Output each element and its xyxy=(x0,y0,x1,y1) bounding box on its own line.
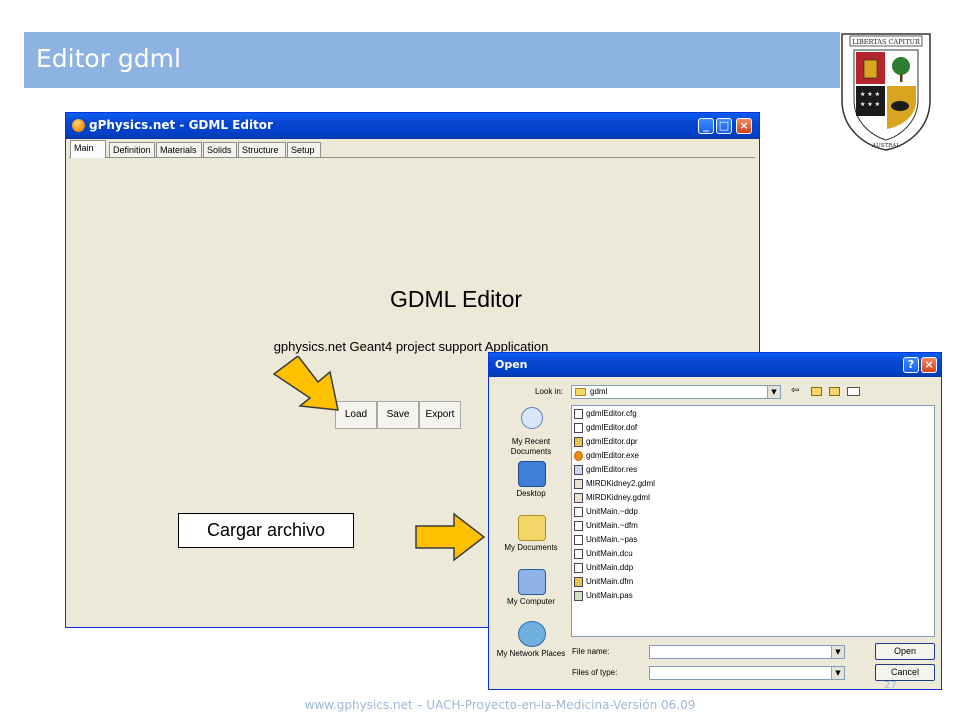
exe-icon xyxy=(574,450,583,461)
file-icon xyxy=(574,520,583,531)
network-places-icon xyxy=(518,621,546,647)
chevron-down-icon[interactable]: ▼ xyxy=(767,386,780,398)
place-label: My Computer xyxy=(506,597,555,606)
list-item[interactable]: MIRDKidney.gdml xyxy=(574,491,650,504)
desktop-icon xyxy=(518,461,546,487)
cancel-button[interactable]: Cancel xyxy=(875,664,935,681)
place-label: My Documents xyxy=(504,543,558,552)
list-item[interactable]: gdmlEditor.dpr xyxy=(574,435,638,448)
place-label: Desktop xyxy=(516,489,546,498)
pascal-file-icon xyxy=(574,590,583,601)
export-button[interactable]: Export xyxy=(419,401,461,429)
dialog-titlebar[interactable] xyxy=(489,353,941,377)
folder-icon xyxy=(575,388,586,396)
file-icon xyxy=(574,562,583,573)
dialog-close-icon[interactable]: × xyxy=(921,357,937,373)
list-item[interactable]: gdmlEditor.cfg xyxy=(574,407,637,420)
app-icon xyxy=(72,119,85,132)
dialog-title: Open xyxy=(495,358,528,371)
list-item[interactable]: UnitMain.pas xyxy=(574,589,633,602)
file-icon xyxy=(574,534,583,545)
recent-documents-icon xyxy=(521,407,543,429)
list-item[interactable]: UnitMain.~ddp xyxy=(574,505,638,518)
delphi-project-icon xyxy=(574,436,583,447)
chevron-down-icon[interactable]: ▼ xyxy=(831,667,844,679)
place-label: My Recent Documents xyxy=(510,437,552,456)
my-documents-icon xyxy=(518,515,546,541)
look-in-value: gdml xyxy=(590,387,608,396)
callout-box: Cargar archivo xyxy=(178,513,354,548)
file-icon xyxy=(574,548,583,559)
list-item[interactable]: UnitMain.ddp xyxy=(574,561,633,574)
tab-setup[interactable]: Setup xyxy=(287,142,321,157)
list-item[interactable]: UnitMain.~pas xyxy=(574,533,637,546)
open-file-dialog: Open ? × Look in: gdml ▼ ⇦ My Recent Doc… xyxy=(488,352,942,690)
slide-title: Editor gdml xyxy=(36,44,181,73)
view-menu-icon[interactable] xyxy=(847,387,860,396)
open-button[interactable]: Open xyxy=(875,643,935,660)
file-icon xyxy=(574,492,583,503)
minimize-icon[interactable]: _ xyxy=(698,118,714,134)
list-item[interactable]: UnitMain.dcu xyxy=(574,547,633,560)
place-label: My Network Places xyxy=(496,649,566,658)
window-title: gPhysics.net - GDML Editor xyxy=(89,118,273,132)
file-type-label: Files of type: xyxy=(572,668,618,677)
svg-text:AUSTRAL: AUSTRAL xyxy=(871,143,900,149)
help-icon[interactable]: ? xyxy=(903,357,919,373)
file-icon xyxy=(574,408,583,419)
form-file-icon xyxy=(574,576,583,587)
list-item[interactable]: MIRDKidney2.gdml xyxy=(574,477,655,490)
tab-solids[interactable]: Solids xyxy=(203,142,237,157)
list-item[interactable]: UnitMain.~dfm xyxy=(574,519,638,532)
university-crest-logo: LIBERTAS CAPITUR ★ ★ ★ ★ ★ ★ AUSTRAL xyxy=(841,33,931,151)
look-in-combo[interactable]: gdml ▼ xyxy=(571,385,781,399)
file-icon xyxy=(574,422,583,433)
tab-main[interactable]: Main xyxy=(70,140,106,158)
page-number: 27 xyxy=(884,680,897,691)
up-folder-icon[interactable] xyxy=(811,387,822,396)
places-bar: My Recent Documents Desktop My Documents… xyxy=(496,405,566,679)
file-icon xyxy=(574,506,583,517)
svg-text:★ ★ ★: ★ ★ ★ xyxy=(860,91,880,98)
slide-footer: www.gphysics.net – UACH-Proyecto-en-la-M… xyxy=(304,698,696,712)
save-button[interactable]: Save xyxy=(377,401,419,429)
tab-definition[interactable]: Definition xyxy=(109,142,155,157)
file-icon xyxy=(574,464,583,475)
look-in-label: Look in: xyxy=(535,387,564,396)
file-name-label: File name: xyxy=(572,647,610,656)
my-computer-icon xyxy=(518,569,546,595)
list-item[interactable]: gdmlEditor.dof xyxy=(574,421,637,434)
tab-materials[interactable]: Materials xyxy=(156,142,202,157)
app-heading: GDML Editor xyxy=(389,286,523,312)
arrow-to-load-icon xyxy=(272,356,339,411)
list-item[interactable]: gdmlEditor.exe xyxy=(574,449,639,462)
new-folder-icon[interactable] xyxy=(829,387,840,396)
file-type-select[interactable]: ▼ xyxy=(649,666,845,680)
chevron-down-icon[interactable]: ▼ xyxy=(831,646,844,658)
svg-text:LIBERTAS CAPITUR: LIBERTAS CAPITUR xyxy=(852,38,921,46)
maximize-icon[interactable]: □ xyxy=(716,118,732,134)
arrow-to-dialog-icon xyxy=(415,512,486,562)
file-name-field[interactable]: ▼ xyxy=(649,645,845,659)
back-icon[interactable]: ⇦ xyxy=(791,385,799,396)
svg-text:★ ★ ★: ★ ★ ★ xyxy=(860,101,880,108)
list-item[interactable]: gdmlEditor.res xyxy=(574,463,637,476)
close-icon[interactable]: × xyxy=(736,118,752,134)
file-icon xyxy=(574,478,583,489)
list-item[interactable]: UnitMain.dfm xyxy=(574,575,633,588)
file-list[interactable]: gdmlEditor.cfg gdmlEditor.dof gdmlEditor… xyxy=(571,405,935,637)
tab-structure[interactable]: Structure xyxy=(238,142,286,157)
